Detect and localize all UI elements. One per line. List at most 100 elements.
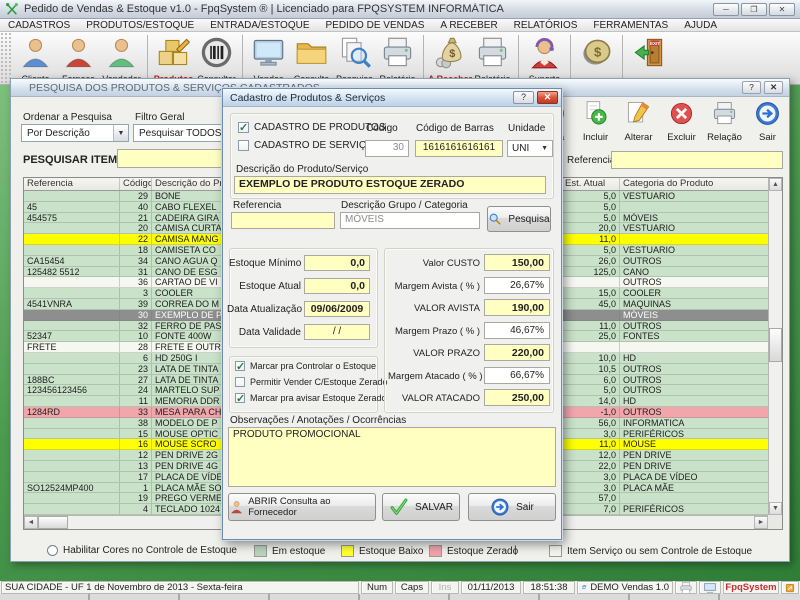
value-field-valor-custo[interactable]: 150,00	[484, 254, 550, 271]
checkbox-unchecked-icon[interactable]	[235, 377, 245, 387]
checkbox-cadastro-servicos[interactable]: CADASTRO DE SERVIÇOS	[238, 140, 381, 151]
search-help-button[interactable]: ?	[742, 81, 761, 94]
header-categoria[interactable]: Categoria do Produto	[620, 178, 768, 190]
magnifier-icon	[488, 212, 502, 226]
cell-ref: 52347	[24, 331, 120, 341]
cell-cat: INFORMATICA	[620, 418, 768, 428]
unidade-label: Unidade	[508, 123, 545, 134]
cell-cod: 21	[120, 213, 152, 223]
toolbar-item-pesquisa[interactable]: Pesquisa	[333, 32, 376, 84]
habilitar-cores-radio[interactable]: Habilitar Cores no Controle de Estoque	[47, 545, 237, 556]
toolbar-item-fornece[interactable]: Fornece	[57, 32, 100, 84]
grupo-categoria-field[interactable]: MÓVEIS	[340, 212, 480, 229]
checkbox-controlar-estoque[interactable]: Marcar pra Controlar o Estoque	[235, 361, 376, 371]
scrollbar-thumb[interactable]	[769, 328, 782, 362]
status-printer[interactable]	[675, 581, 697, 594]
header-codigo[interactable]: Código	[120, 178, 152, 190]
dialog-help-button[interactable]: ?	[513, 91, 534, 104]
checkbox-checked-icon[interactable]	[235, 393, 245, 403]
search-close-button[interactable]: ✕	[764, 81, 783, 94]
checkbox-checked-icon[interactable]	[238, 122, 249, 133]
checkbox-avisar-zerado[interactable]: Marcar pra avisar Estoque Zerado	[235, 393, 387, 403]
toolbar-item-exit-door[interactable]: EXIT	[627, 32, 670, 74]
value-field-margem-prazo[interactable]: 46,67%	[484, 322, 550, 339]
menu-item-produtos-estoque[interactable]: PRODUTOS/ESTOQUE	[86, 20, 194, 31]
abrir-consulta-fornecedor-button[interactable]: ABRIR Consulta ao Fornecedor	[228, 493, 376, 521]
data-validade-field[interactable]: / /	[304, 324, 370, 340]
minimize-button[interactable]: ─	[713, 3, 739, 16]
pesquisa-button[interactable]: Pesquisa	[487, 206, 551, 232]
menu-item-ferramentas[interactable]: FERRAMENTAS	[593, 20, 668, 31]
action-excluir[interactable]: Excluir	[660, 100, 703, 143]
toolbar-item-cliente[interactable]: Cliente	[14, 32, 57, 84]
estoque-minimo-field[interactable]: 0,0	[304, 255, 370, 271]
action-incluir[interactable]: Incluir	[574, 100, 617, 143]
toolbar-item-vendedor[interactable]: Vendedor	[100, 32, 143, 84]
status-monitor[interactable]	[699, 581, 721, 594]
cell-ref	[24, 245, 120, 255]
cell-cod: 34	[120, 256, 152, 266]
dialog-titlebar[interactable]: Cadastro de Produtos & Serviços ? ✕	[223, 89, 561, 107]
toolbar-item-relatorio[interactable]: Relatório	[376, 32, 419, 84]
value-field-valor-prazo[interactable]: 220,00	[484, 344, 550, 361]
toolbar-item-consulta[interactable]: Consulta	[290, 32, 333, 84]
sair-button[interactable]: Sair	[468, 493, 556, 521]
cell-ref: 123456123456	[24, 385, 120, 395]
toolbar-item-vendas[interactable]: Vendas	[247, 32, 290, 84]
checkbox-unchecked-icon[interactable]	[238, 140, 249, 151]
data-atualizacao-field[interactable]: 09/06/2009	[304, 301, 370, 317]
cell-est: 5,0	[562, 213, 620, 223]
descricao-produto-field[interactable]: EXEMPLO DE PRODUTO ESTOQUE ZERADO	[234, 176, 546, 194]
scroll-up-icon[interactable]: ▲	[769, 178, 782, 191]
header-referencia[interactable]: Referencia	[24, 178, 120, 190]
vertical-scrollbar[interactable]: ▲ ▼	[768, 178, 782, 515]
cell-est: -1,0	[562, 407, 620, 417]
action-relacao[interactable]: Relação	[703, 100, 746, 143]
checkbox-checked-icon[interactable]	[235, 361, 245, 371]
cell-cat: CANO	[620, 267, 768, 277]
value-field-margem-avista[interactable]: 26,67%	[484, 277, 550, 294]
radio-icon[interactable]	[47, 545, 58, 556]
action-label: Excluir	[660, 132, 703, 143]
checkbox-label: Permitir Vender C/Estoque Zerado	[250, 377, 388, 387]
close-button[interactable]: ✕	[769, 3, 795, 16]
scroll-right-icon[interactable]: ►	[754, 516, 768, 529]
search-docs-icon	[337, 35, 372, 70]
restore-button[interactable]: ❐	[741, 3, 767, 16]
ordenar-dropdown[interactable]: Por Descrição ▼	[21, 124, 129, 142]
estoque-atual-field[interactable]: 0,0	[304, 278, 370, 294]
cell-cat	[620, 342, 768, 352]
referencia-field[interactable]	[231, 212, 335, 229]
menu-item-cadastros[interactable]: CADASTROS	[8, 20, 70, 31]
scrollbar-thumb[interactable]	[38, 516, 68, 529]
value-field-valor-atacado[interactable]: 250,00	[484, 389, 550, 406]
codigo-barras-field[interactable]: 1616161616161	[415, 140, 503, 157]
toolbar-item-consultar[interactable]: Consultar	[195, 32, 238, 84]
value-field-margem-atacado[interactable]: 66,67%	[484, 367, 550, 384]
scroll-left-icon[interactable]: ◄	[24, 516, 38, 529]
menu-item-ajuda[interactable]: AJUDA	[684, 20, 717, 31]
menu-item-a-receber[interactable]: A RECEBER	[440, 20, 497, 31]
salvar-button[interactable]: SALVAR	[382, 493, 460, 521]
action-sair[interactable]: Sair	[746, 100, 789, 143]
checkbox-permitir-vender[interactable]: Permitir Vender C/Estoque Zerado	[235, 377, 388, 387]
codigo-field[interactable]: 30	[365, 140, 409, 157]
action-alterar[interactable]: Alterar	[617, 100, 660, 143]
referencia-search-input[interactable]	[611, 151, 783, 169]
toolbar-item-produtos[interactable]: Produtos	[152, 32, 195, 84]
value-field-valor-avista[interactable]: 190,00	[484, 299, 550, 316]
value-label: Margem Prazo ( % )	[388, 326, 480, 337]
observacoes-textarea[interactable]: PRODUTO PROMOCIONAL	[228, 427, 556, 487]
toolbar-item-relatorio[interactable]: Relatório	[471, 32, 514, 84]
dialog-close-button[interactable]: ✕	[537, 91, 558, 104]
header-est-atual[interactable]: Est. Atual	[562, 178, 620, 190]
toolbar-item-coin[interactable]: $	[575, 32, 618, 74]
toolbar-item-suporte[interactable]: Suporte	[523, 32, 566, 84]
toolbar-item-a-receber[interactable]: $A Receber	[428, 32, 471, 84]
menu-item-entrada-estoque[interactable]: ENTRADA/ESTOQUE	[210, 20, 309, 31]
unidade-dropdown[interactable]: UNI ▼	[507, 140, 553, 157]
menu-item-relatorios[interactable]: RELATÓRIOS	[514, 20, 578, 31]
checkbox-cadastro-produtos[interactable]: CADASTRO DE PRODUTOS	[238, 122, 386, 133]
scroll-down-icon[interactable]: ▼	[769, 502, 782, 515]
menu-item-pedido-de-vendas[interactable]: PEDIDO DE VENDAS	[326, 20, 425, 31]
